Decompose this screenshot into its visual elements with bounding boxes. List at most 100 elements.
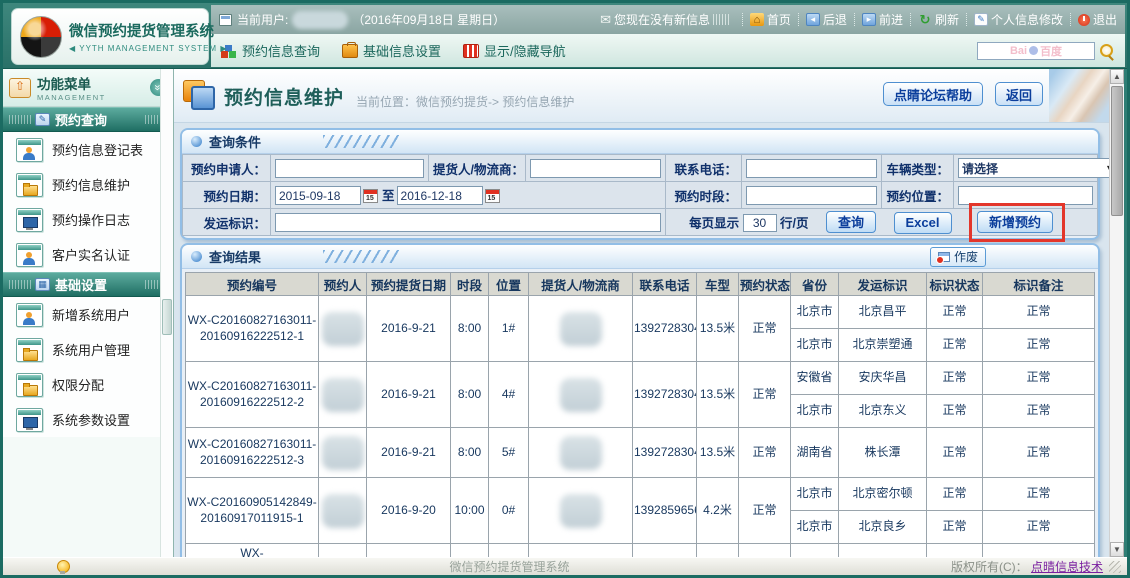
sidebar-item-label: 预约信息维护 xyxy=(52,175,130,194)
sidebar-subtitle: MANAGEMENT xyxy=(37,93,106,102)
toolbar-item-toolbox[interactable]: 基础信息设置 xyxy=(342,41,441,60)
phone-input[interactable] xyxy=(746,159,877,178)
window-person-icon xyxy=(16,303,43,327)
window-folder-icon xyxy=(16,373,43,397)
sidebar-item[interactable]: 客户实名认证 xyxy=(3,237,173,272)
nav-item-edit[interactable]: ✎个人信息修改 xyxy=(974,11,1063,28)
pagesize-input[interactable] xyxy=(743,214,777,232)
vendor-link[interactable]: 点晴信息技术 xyxy=(1031,560,1103,574)
sidebar-scrollbar-thumb[interactable] xyxy=(162,299,172,335)
mark-note-cell: 正常 xyxy=(983,511,1095,544)
toolbar-item-lantern[interactable]: 显示/隐藏导航 xyxy=(463,41,566,60)
date-to-input[interactable] xyxy=(397,186,483,205)
toolbar-label: 预约信息查询 xyxy=(242,41,320,60)
sidebar-header: 功能菜单 MANAGEMENT « xyxy=(3,69,173,107)
return-button[interactable]: 返回 xyxy=(995,82,1043,106)
main-scrollbar-thumb[interactable] xyxy=(1111,86,1123,216)
time-slot-cell: 8:00 xyxy=(451,296,489,362)
search-button[interactable]: 查询 xyxy=(826,211,876,233)
consignee-cell xyxy=(529,428,633,478)
main-scrollbar[interactable]: ▲ ▼ xyxy=(1109,69,1124,557)
phone-cell: 13927283045 xyxy=(633,362,697,428)
back-icon: ◂ xyxy=(806,13,820,26)
shipmark-input[interactable] xyxy=(275,213,661,232)
forum-help-button[interactable]: 点睛论坛帮助 xyxy=(883,82,983,106)
sidebar-item-label: 预约操作日志 xyxy=(52,210,130,229)
mark-status-cell xyxy=(927,544,983,558)
nav-item-refresh[interactable]: ↻刷新 xyxy=(918,11,959,28)
monitor-figure xyxy=(23,217,36,230)
query-panel-title: 查询条件 xyxy=(209,132,261,151)
nav-item-home[interactable]: ⌂首页 xyxy=(750,11,791,28)
excel-button[interactable]: Excel xyxy=(894,212,952,234)
status-cell: 正常 xyxy=(739,296,791,362)
date-from-input[interactable] xyxy=(275,186,361,205)
add-booking-wrap: 新增预约 xyxy=(977,211,1053,233)
nav-separator xyxy=(910,13,911,26)
sidebar-item[interactable]: 预约信息登记表 xyxy=(3,132,173,167)
nav-separator xyxy=(1070,13,1071,26)
folder-figure xyxy=(23,347,36,360)
page-title: 预约信息维护 xyxy=(224,83,344,110)
sidebar-scrollbar[interactable] xyxy=(160,69,173,557)
add-booking-button[interactable]: 新增预约 xyxy=(977,211,1053,233)
sidebar-item[interactable]: 权限分配 xyxy=(3,367,173,402)
phone-cell: 13928596565 xyxy=(633,478,697,544)
scroll-up-arrow[interactable]: ▲ xyxy=(1110,69,1124,84)
timeslot-input[interactable] xyxy=(746,186,877,205)
vehicle-type-label: 车辆类型： xyxy=(882,155,954,182)
baidu-search-input[interactable]: Bai 百度 xyxy=(977,42,1095,60)
ship-mark-cell: 北京崇塑通 xyxy=(839,329,927,362)
consignee-input[interactable] xyxy=(530,159,661,178)
position-cell: 4# xyxy=(489,362,529,428)
sidebar-item-label: 系统参数设置 xyxy=(52,410,130,429)
booking-no-cell: WX- xyxy=(186,544,319,558)
nav-item-back[interactable]: ◂后退 xyxy=(806,11,847,28)
logo-panel: 微信预约提货管理系统 ◀ YYTH MANAGEMENT SYSTEM ▶ xyxy=(11,8,209,65)
search-icon[interactable] xyxy=(1099,43,1115,59)
position-cell: 1# xyxy=(489,296,529,362)
mark-note-cell: 正常 xyxy=(983,395,1095,428)
phone-cell xyxy=(633,544,697,558)
person-figure xyxy=(23,252,36,265)
redacted-blob xyxy=(322,378,364,412)
calendar-icon-to[interactable] xyxy=(485,189,500,203)
phone-cell: 13927283045 xyxy=(633,428,697,478)
applicant-input[interactable] xyxy=(275,159,424,178)
toolbar-item-cubes[interactable]: 预约信息查询 xyxy=(221,41,320,60)
column-header: 位置 xyxy=(489,273,529,296)
time-slot-cell: 10:00 xyxy=(451,478,489,544)
baidu-watermark-right: 百度 xyxy=(1040,43,1062,59)
nav-item-forward[interactable]: ▸前进 xyxy=(862,11,903,28)
table-header-row: 预约编号预约人预约提货日期时段位置提货人/物流商联系电话车型预约状态省份发运标识… xyxy=(186,273,1095,296)
handshake-photo xyxy=(1049,69,1109,122)
sidebar-section-1[interactable]: ▦基础设置 xyxy=(3,272,173,297)
exit-icon xyxy=(1078,14,1090,26)
column-header: 标识备注 xyxy=(983,273,1095,296)
mark-note-cell: 正常 xyxy=(983,362,1095,395)
province-cell: 北京市 xyxy=(791,478,839,511)
sidebar-section-0[interactable]: ✎预约查询 xyxy=(3,107,173,132)
nav-item-exit[interactable]: 退出 xyxy=(1078,11,1117,28)
scroll-down-arrow[interactable]: ▼ xyxy=(1110,542,1124,557)
table-row: WX-C20160827163011-20160916222512-12016-… xyxy=(186,296,1095,329)
calendar-icon-from[interactable] xyxy=(363,189,378,203)
mark-note-cell xyxy=(983,544,1095,558)
query-panel-header: 查询条件 xyxy=(182,130,1098,154)
sidebar-item[interactable]: 预约操作日志 xyxy=(3,202,173,237)
person-figure xyxy=(23,312,36,325)
redacted-blob xyxy=(322,312,364,346)
void-button[interactable]: 作废 xyxy=(930,247,986,267)
sidebar-item[interactable]: 系统用户管理 xyxy=(3,332,173,367)
position-cell: 5# xyxy=(489,428,529,478)
vehicle-type-select[interactable]: 请选择▼ xyxy=(958,158,1109,178)
ship-mark-cell: 安庆华昌 xyxy=(839,362,927,395)
section-title: 预约查询 xyxy=(55,110,107,129)
sidebar-item[interactable]: 新增系统用户 xyxy=(3,297,173,332)
position-input[interactable] xyxy=(958,186,1093,205)
applicant-label: 预约申请人： xyxy=(183,155,271,182)
time-slot-cell: 8:00 xyxy=(451,362,489,428)
sidebar-item[interactable]: 预约信息维护 xyxy=(3,167,173,202)
sidebar-item[interactable]: 系统参数设置 xyxy=(3,402,173,437)
app-window: 当前用户: （2016年09月18日 星期日） ✉ 您现在没有新信息 ⌂首页◂后… xyxy=(0,0,1130,578)
